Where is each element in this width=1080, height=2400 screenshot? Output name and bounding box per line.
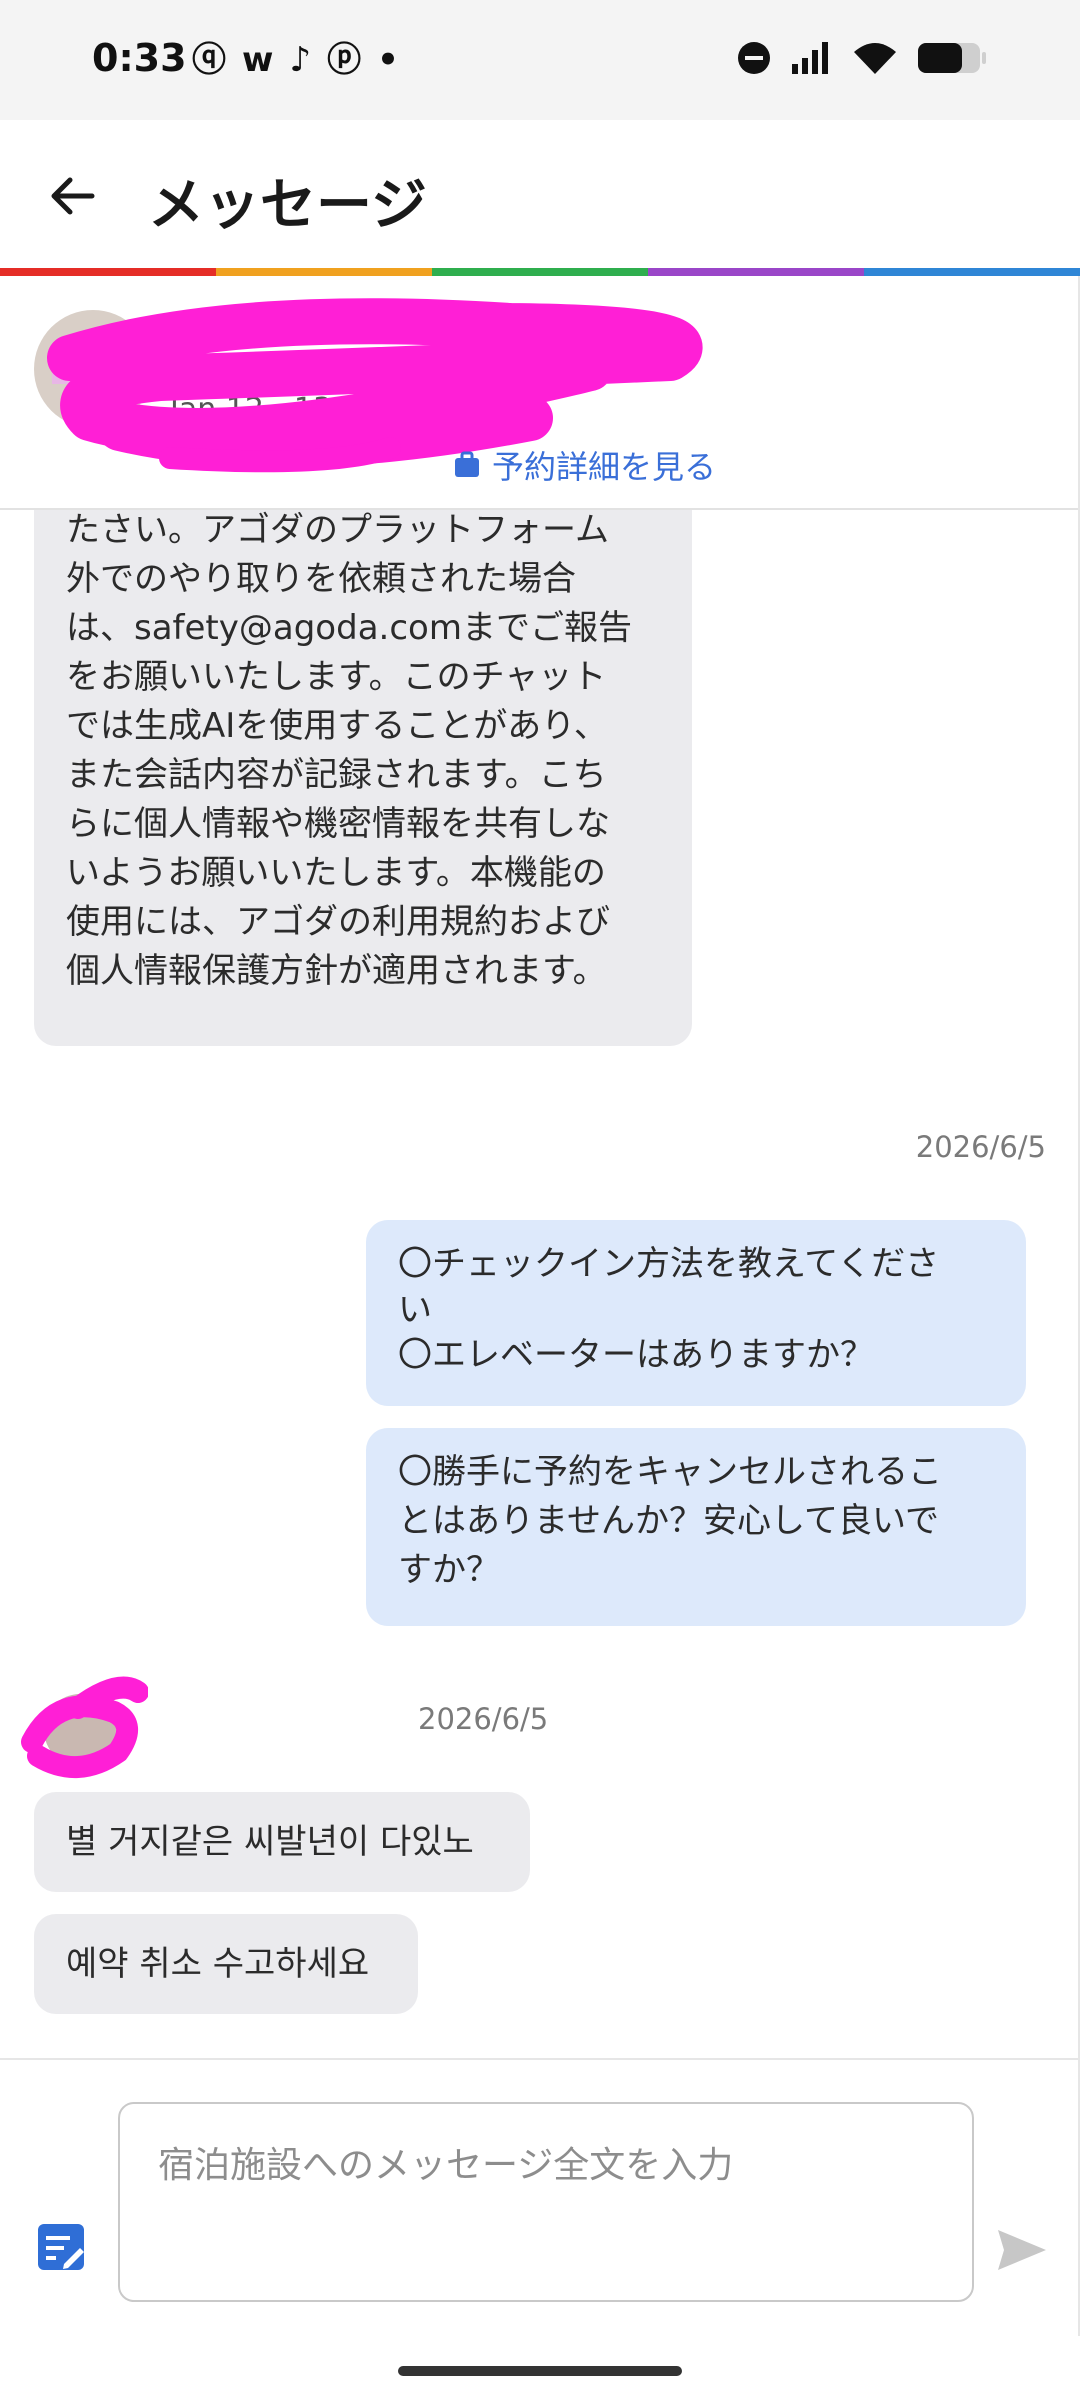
message-line: 별 거지같은 씨발년이 다있노 [66, 1822, 474, 1862]
message-input[interactable]: 宿泊施設へのメッセージ全文を入力 [118, 2102, 974, 2302]
dnd-icon [738, 42, 770, 74]
edit-note-icon [38, 2224, 84, 2270]
system-notice-line: 使用には、アゴダの利用規約および [66, 902, 610, 942]
rainbow-segment [432, 268, 648, 276]
pinterest-icon: ⓟ [327, 40, 362, 80]
wifi-icon [854, 43, 896, 74]
message-composer: 宿泊施設へのメッセージ全文を入力 [0, 2058, 1080, 2336]
system-notice-line: をお願いいたします。このチャット [66, 657, 607, 697]
message-line: すか？ [398, 1550, 500, 1590]
back-arrow-icon [51, 177, 95, 215]
chat-thread[interactable]: たさい。アゴダのプラットフォーム 外でのやり取りを依頼された場合 は、safet… [0, 510, 1080, 2058]
system-notice-line: らに個人情報や機密情報を共有しな [66, 804, 610, 844]
message-line: い [398, 1290, 432, 1330]
system-notice-line: 個人情報保護方針が適用されます。 [66, 951, 607, 991]
outgoing-message-bubble[interactable]: 〇勝手に予約をキャンセルされるこ とはありませんか？安心して良いで すか？ [366, 1428, 1026, 1626]
rainbow-segment [216, 268, 432, 276]
wattpad-icon: w [242, 40, 274, 80]
booking-details-link[interactable]: 予約詳細を見る [452, 442, 716, 488]
signal-icon [792, 42, 828, 74]
system-notice-bubble: たさい。アゴダのプラットフォーム 外でのやり取りを依頼された場合 は、safet… [34, 510, 692, 1046]
notification-icons: ⓠ w ♪ ⓟ • [192, 40, 399, 80]
app-bar: メッセージ [0, 120, 1080, 268]
send-icon [998, 2230, 1046, 2270]
system-notice-line: いようお願いいたします。本機能の [66, 853, 606, 893]
booking-header: Jan 12 - 13 予約詳細を見る [0, 276, 1080, 510]
status-bar: 0:33 ⓠ w ♪ ⓟ • [0, 0, 1080, 120]
send-button[interactable] [992, 2220, 1052, 2280]
system-nav-bar [0, 2336, 1080, 2400]
message-line: 〇勝手に予約をキャンセルされるこ [398, 1452, 942, 1492]
system-notice-line: は、safety@agoda.comまでご報告 [66, 608, 632, 648]
system-notice-line: また会話内容が記録されます。こち [66, 755, 607, 795]
booking-details-label: 予約詳細を見る [492, 448, 717, 486]
status-time: 0:33 [92, 36, 187, 80]
message-line: 〇チェックイン方法を教えてくださ [398, 1244, 940, 1284]
tiktok-icon: ♪ [289, 40, 312, 80]
message-date: 2026/6/5 [915, 1130, 1046, 1164]
template-button[interactable] [34, 2220, 90, 2276]
system-notice-line: たさい。アゴダのプラットフォーム [66, 510, 609, 550]
rainbow-segment [0, 268, 216, 276]
rainbow-divider [0, 268, 1080, 276]
message-line: 예약 취소 수고하세요 [66, 1944, 370, 1984]
outgoing-message-bubble[interactable]: 〇チェックイン方法を教えてくださ い 〇エレベーターはありますか？ [366, 1220, 1026, 1406]
system-notice-line: では生成AIを使用することがあり、 [66, 706, 608, 746]
incoming-message-bubble[interactable]: 별 거지같은 씨발년이 다있노 [34, 1792, 530, 1892]
page-title: メッセージ [148, 173, 427, 238]
threads-icon: ⓠ [192, 40, 226, 80]
rainbow-segment [864, 268, 1080, 276]
home-indicator[interactable] [398, 2366, 682, 2376]
message-line: 〇エレベーターはありますか？ [398, 1335, 874, 1375]
system-notice-line: 外でのやり取りを依頼された場合 [66, 559, 576, 599]
rainbow-segment [648, 268, 864, 276]
system-icons [736, 40, 988, 76]
message-line: とはありませんか？安心して良いで [398, 1501, 939, 1541]
briefcase-icon [455, 451, 479, 477]
message-date: 2026/6/5 [418, 1702, 549, 1736]
dot-icon: • [377, 40, 399, 80]
battery-icon [918, 43, 986, 73]
incoming-message-bubble[interactable]: 예약 취소 수고하세요 [34, 1914, 418, 2014]
sender-avatar-redacted [21, 1676, 148, 1778]
back-button[interactable] [40, 164, 104, 228]
